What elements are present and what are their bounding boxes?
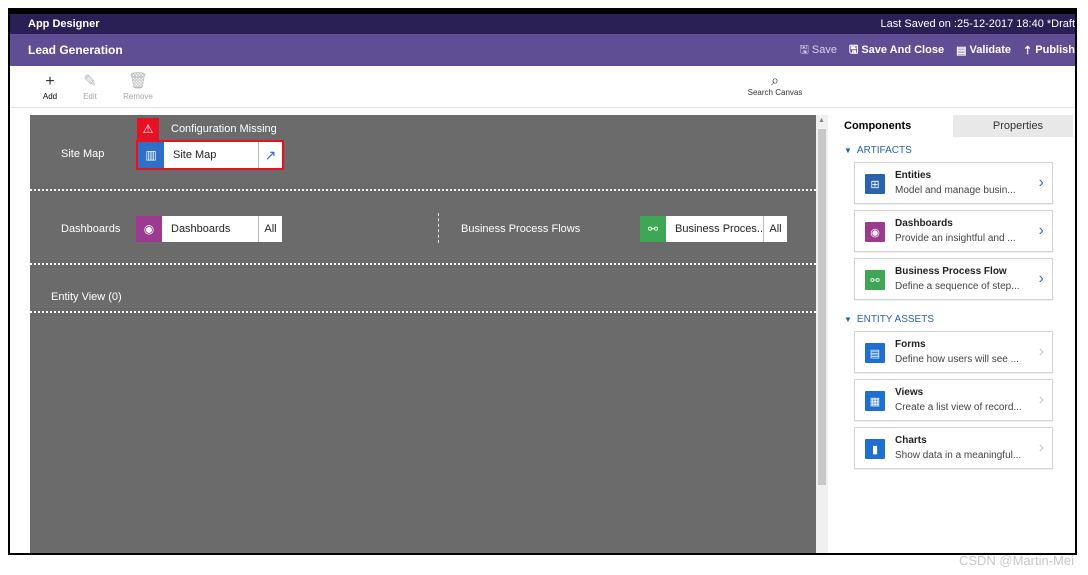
publish-icon: ⇡ [1023, 44, 1033, 57]
open-designer-icon[interactable]: ↗ [258, 142, 282, 168]
toolbar: + Add ✎ Edit 🗑 Remove ⌕ Search Canvas [10, 66, 1075, 108]
chevron-right-icon: › [1038, 270, 1044, 287]
row-divider [30, 263, 816, 265]
process-flow-icon: ⚯ [865, 270, 885, 290]
sitemap-row-label: Site Map [61, 148, 105, 160]
entity-assets-header[interactable]: ▼ ENTITY ASSETS [844, 314, 1075, 325]
entity-icon: ⊞ [865, 174, 885, 194]
trash-icon: 🗑 [127, 73, 149, 90]
dashboards-card[interactable]: ◉ Dashboards Provide an insightful and .… [854, 210, 1053, 252]
pencil-icon: ✎ [83, 73, 97, 90]
scroll-up-icon[interactable]: ▲ [818, 117, 825, 124]
header-actions: 🖫 Save 🖫 Save And Close ▤ Validate ⇡ Publish [788, 41, 1076, 60]
dashboard-icon: ◉ [136, 216, 162, 242]
business-process-flow-card[interactable]: ⚯ Business Process Flow Define a sequenc… [854, 258, 1053, 300]
collapse-icon: ▼ [844, 315, 852, 324]
row-divider [30, 311, 816, 313]
entities-card[interactable]: ⊞ Entities Model and manage busin... › [854, 162, 1053, 204]
panel-tabs: Components Properties [834, 115, 1075, 137]
canvas-scrollbar[interactable]: ▲ [816, 115, 828, 553]
save-icon: 🖫 [799, 43, 809, 56]
search-icon: ⌕ [771, 72, 779, 88]
column-divider [438, 213, 439, 243]
warning-icon: ⚠ [137, 118, 159, 140]
app-window: App Designer Last Saved on :25-12-2017 1… [8, 8, 1077, 555]
watermark: CSDN @Martin-Mei [958, 553, 1074, 568]
chevron-right-icon: › [1038, 439, 1044, 456]
forms-card[interactable]: ▤ Forms Define how users will see ... › [854, 331, 1053, 373]
dashboard-icon: ◉ [865, 222, 885, 242]
row-divider [30, 189, 816, 191]
chevron-right-icon: › [1038, 391, 1044, 408]
form-icon: ▤ [865, 343, 885, 363]
validate-button[interactable]: ▤ Validate [956, 44, 1011, 57]
search-canvas-button[interactable]: ⌕ Search Canvas [740, 72, 810, 97]
bpf-tile[interactable]: ⚯ Business Proces... All [640, 216, 787, 242]
tab-properties[interactable]: Properties [953, 115, 1073, 137]
bpf-all-button[interactable]: All [763, 216, 787, 242]
plus-icon: + [45, 73, 55, 90]
save-and-close-button[interactable]: 🖫 Save And Close [849, 41, 944, 60]
add-button[interactable]: + Add [30, 73, 70, 102]
artifacts-header[interactable]: ▼ ARTIFACTS [844, 145, 1075, 156]
clipboard-icon: ▤ [956, 44, 967, 57]
remove-button[interactable]: 🗑 Remove [118, 73, 158, 102]
edit-button[interactable]: ✎ Edit [70, 73, 110, 102]
scrollbar-thumb[interactable] [818, 129, 826, 485]
dashboards-row-label: Dashboards [61, 223, 121, 235]
tab-components[interactable]: Components [834, 115, 953, 137]
sitemap-tile[interactable]: ▥ Site Map ↗ [136, 140, 284, 170]
last-saved-status: Last Saved on :25-12-2017 18:40 *Draft [880, 18, 1075, 30]
publish-button[interactable]: ⇡ Publish [1023, 44, 1075, 57]
map-icon: ▥ [138, 142, 164, 168]
charts-card[interactable]: ▮ Charts Show data in a meaningful... › [854, 427, 1053, 469]
designer-canvas[interactable]: Site Map ⚠ Configuration Missing ▥ Site … [30, 115, 816, 553]
dashboards-tile[interactable]: ◉ Dashboards All [136, 216, 282, 242]
app-designer-title: App Designer [28, 18, 100, 30]
components-panel: Components Properties ▼ ARTIFACTS ⊞ Enti… [834, 115, 1075, 553]
top-bar: App Designer Last Saved on :25-12-2017 1… [10, 14, 1075, 34]
save-button[interactable]: 🖫 Save [800, 41, 837, 60]
chevron-right-icon: › [1038, 222, 1044, 239]
chevron-right-icon: › [1038, 174, 1044, 191]
collapse-icon: ▼ [844, 146, 852, 155]
app-name: Lead Generation [28, 43, 123, 57]
bpf-row-label: Business Process Flows [461, 223, 581, 235]
process-flow-icon: ⚯ [640, 216, 666, 242]
bar-chart-icon: ▮ [865, 439, 885, 459]
dashboards-all-button[interactable]: All [258, 216, 282, 242]
entity-view-label: Entity View (0) [51, 291, 122, 303]
grid-icon: ▦ [865, 391, 885, 411]
chevron-right-icon: › [1038, 343, 1044, 360]
configuration-warning: ⚠ Configuration Missing [137, 118, 277, 140]
app-header: Lead Generation 🖫 Save 🖫 Save And Close ▤ V… [10, 34, 1075, 66]
save-close-icon: 🖫 [848, 43, 859, 56]
views-card[interactable]: ▦ Views Create a list view of record... … [854, 379, 1053, 421]
